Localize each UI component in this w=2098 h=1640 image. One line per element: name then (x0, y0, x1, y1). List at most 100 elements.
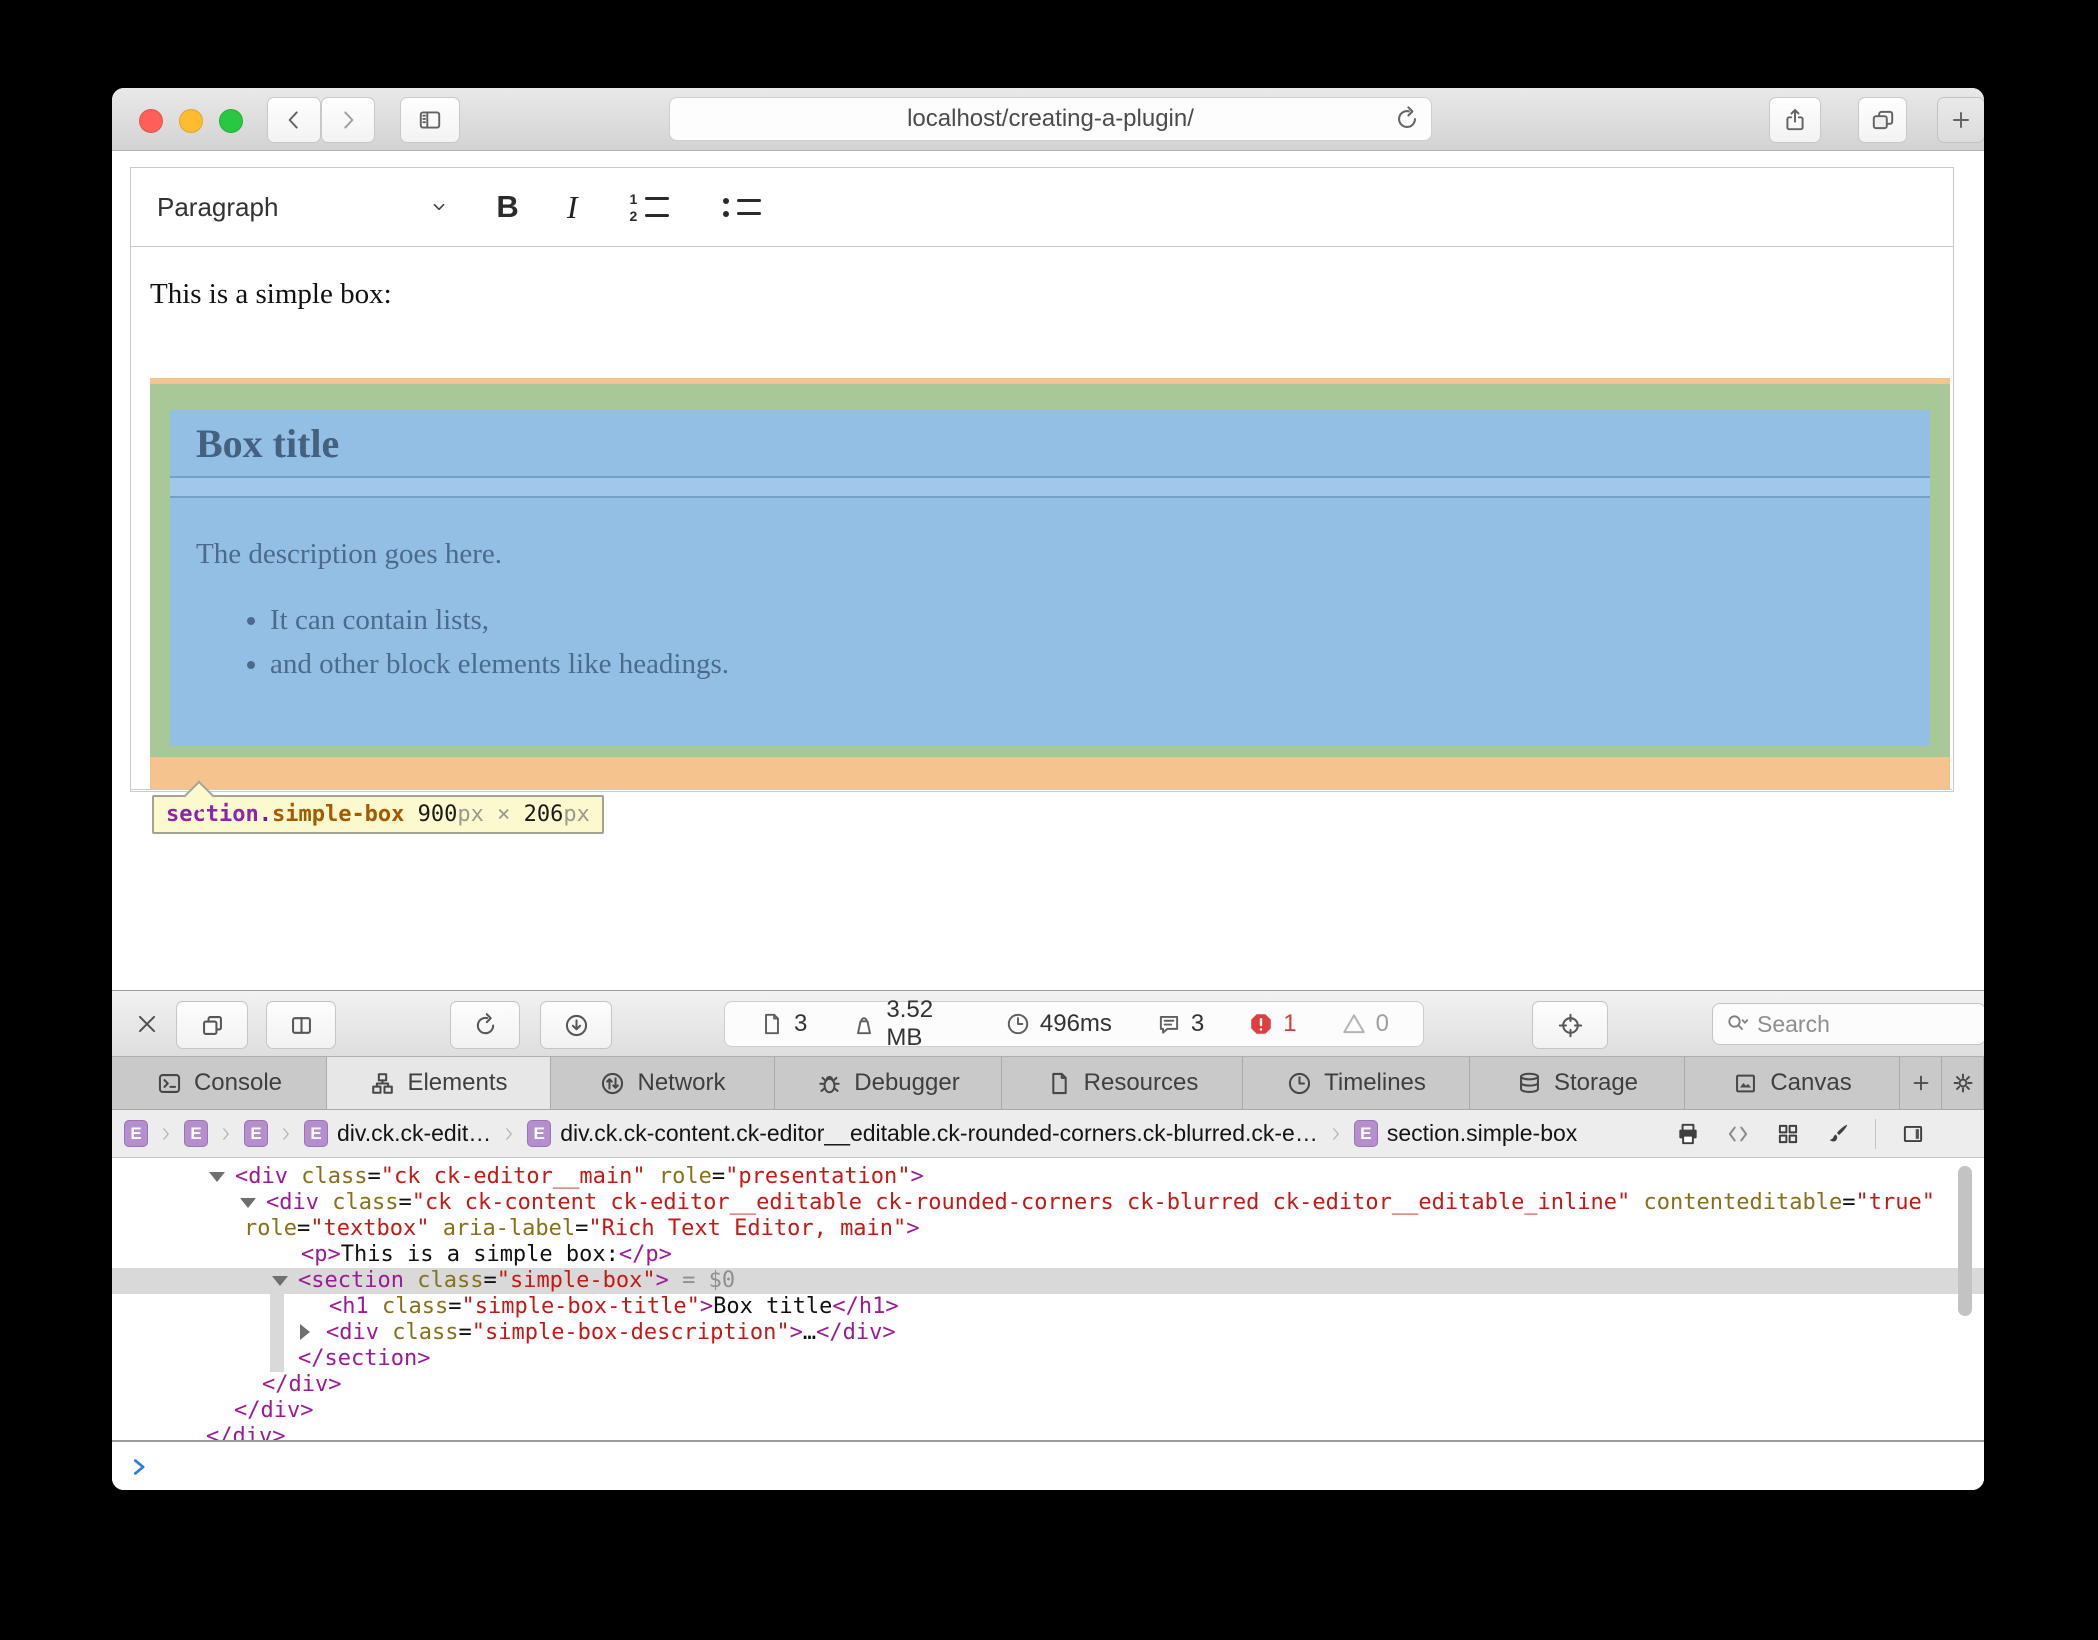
disclosure-open-icon[interactable] (272, 1276, 288, 1286)
tab-console[interactable]: Console (112, 1057, 327, 1109)
network-icon (599, 1070, 626, 1097)
breadcrumb: EEEEdiv.ck.ck-edit…Ediv.ck.ck-content.ck… (112, 1110, 1984, 1158)
web-inspector: 3 3.52 MB 496ms 3 1 0 Search ConsoleElem… (112, 990, 1984, 1490)
stat-errors[interactable]: 1 (1248, 1010, 1296, 1038)
close-inspector-button[interactable] (134, 1011, 160, 1037)
element-picker-button[interactable] (1532, 1001, 1608, 1049)
element-dimensions-tooltip: section.simple-box 900px × 206px (152, 795, 604, 834)
breadcrumb-item[interactable]: Esection.simple-box (1354, 1120, 1577, 1147)
dom-node[interactable]: role="textbox" aria-label="Rich Text Edi… (112, 1216, 1984, 1242)
breadcrumb-item[interactable]: Ediv.ck.ck-content.ck-editor__editable.c… (527, 1120, 1318, 1147)
force-appearance-button[interactable] (1825, 1121, 1851, 1147)
dom-node[interactable]: <h1 class="simple-box-title">Box title</… (112, 1294, 1984, 1320)
console-icon (156, 1070, 183, 1097)
tab-overview-icon (1870, 107, 1896, 133)
search-placeholder: Search (1757, 1011, 1830, 1038)
element-badge: E (527, 1120, 551, 1147)
toolbar-divider (1875, 1119, 1876, 1149)
disclosure-open-icon[interactable] (209, 1172, 225, 1182)
title-bar: localhost/creating-a-plugin/ (112, 88, 1984, 151)
breadcrumb-item[interactable]: E (124, 1120, 148, 1147)
stat-load-time[interactable]: 496ms (1005, 1010, 1112, 1038)
print-styles-button[interactable] (1675, 1121, 1701, 1147)
tab-network[interactable]: Network (551, 1057, 775, 1109)
element-badge: E (304, 1120, 328, 1147)
dom-node[interactable]: </div> (112, 1398, 1984, 1424)
chevron-down-icon[interactable] (428, 196, 450, 218)
dock-side-button[interactable] (266, 1001, 336, 1049)
dom-node[interactable]: </div> (112, 1372, 1984, 1398)
tab-elements[interactable]: Elements (327, 1057, 551, 1109)
dom-node-selected[interactable]: <section class="simple-box"> = $0 (112, 1268, 1984, 1294)
dom-node[interactable]: <div class="ck ck-editor__main" role="pr… (112, 1164, 1984, 1190)
box-description[interactable]: The description goes here. (196, 538, 502, 571)
stat-documents[interactable]: 3 (759, 1010, 807, 1038)
bold-button[interactable]: B (496, 189, 518, 225)
forward-button[interactable] (321, 97, 375, 143)
inspector-toolbar: 3 3.52 MB 496ms 3 1 0 Search (112, 991, 1984, 1057)
minimize-window-button[interactable] (179, 109, 203, 133)
box-title[interactable]: Box title (196, 420, 339, 467)
tab-canvas[interactable]: Canvas (1685, 1057, 1900, 1109)
resources-icon (1046, 1070, 1073, 1097)
console-prompt[interactable] (112, 1442, 1984, 1490)
settings-button[interactable] (1942, 1057, 1984, 1109)
stat-warnings[interactable]: 0 (1341, 1010, 1389, 1038)
reload-page-button[interactable] (450, 1001, 520, 1049)
dom-node[interactable]: <div class="ck ck-content ck-editor__edi… (112, 1190, 1984, 1216)
breadcrumb-item[interactable]: E (184, 1120, 208, 1147)
stat-console-messages[interactable]: 3 (1156, 1010, 1204, 1038)
details-sidebar-toggle-button[interactable] (1900, 1121, 1926, 1147)
new-tab-panel-button[interactable] (1900, 1057, 1942, 1109)
tab-resources[interactable]: Resources (1002, 1057, 1243, 1109)
disclosure-open-icon[interactable] (240, 1198, 256, 1208)
error-icon (1248, 1011, 1274, 1037)
dom-tree-scrollbar[interactable] (1958, 1166, 1972, 1316)
detach-inspector-button[interactable] (176, 1001, 248, 1049)
breadcrumb-label: section.simple-box (1387, 1120, 1577, 1147)
breadcrumb-item[interactable]: Ediv.ck.ck-edit… (304, 1120, 491, 1147)
tab-timelines[interactable]: Timelines (1243, 1057, 1470, 1109)
stat-transfer-size[interactable]: 3.52 MB (851, 996, 961, 1052)
margin-highlight-bottom (150, 757, 1950, 789)
tooltip-class: simple-box (272, 802, 404, 827)
plus-icon (1948, 107, 1974, 133)
layout-grid-button[interactable] (1775, 1121, 1801, 1147)
dom-node[interactable]: <div class="simple-box-description">…</d… (112, 1320, 1984, 1346)
box-list-item[interactable]: It can contain lists, (270, 602, 729, 638)
dom-node[interactable]: <p>This is a simple box:</p> (112, 1242, 1984, 1268)
inspected-element-highlight: Box title The description goes here. It … (150, 378, 1950, 789)
show-source-button[interactable] (1725, 1121, 1751, 1147)
inspector-search-input[interactable]: Search (1712, 1003, 1984, 1045)
sidebar-toggle-button[interactable] (400, 97, 460, 143)
editor-bottom-border (130, 789, 1952, 790)
download-web-archive-button[interactable] (540, 1001, 612, 1049)
box-list-item[interactable]: and other block elements like headings. (270, 646, 729, 682)
new-tab-button[interactable] (1937, 97, 1984, 143)
share-button[interactable] (1769, 97, 1821, 143)
warning-icon (1341, 1011, 1367, 1037)
tab-overview-button[interactable] (1858, 97, 1907, 143)
breadcrumb-item[interactable]: E (244, 1120, 268, 1147)
bulleted-list-button[interactable] (721, 198, 761, 217)
italic-button[interactable]: I (567, 189, 578, 226)
close-window-button[interactable] (139, 109, 163, 133)
tab-storage[interactable]: Storage (1470, 1057, 1685, 1109)
editor-paragraph[interactable]: This is a simple box: (150, 278, 392, 311)
back-button[interactable] (267, 97, 321, 143)
search-icon (1725, 1012, 1749, 1036)
download-icon (563, 1012, 590, 1039)
tab-debugger[interactable]: Debugger (775, 1057, 1002, 1109)
zoom-window-button[interactable] (219, 109, 243, 133)
dom-node[interactable]: </section> (112, 1346, 1984, 1372)
dom-node[interactable]: </div> (112, 1424, 1984, 1440)
paragraph-dropdown[interactable]: Paragraph (157, 192, 278, 223)
disclosure-closed-icon[interactable] (300, 1324, 310, 1340)
timelines-icon (1286, 1070, 1313, 1097)
reload-button[interactable] (1393, 105, 1421, 133)
address-bar[interactable]: localhost/creating-a-plugin/ (669, 97, 1432, 141)
box-description-block: The description goes here. It can contai… (170, 498, 1930, 746)
numbered-list-button[interactable]: 1 2 (629, 194, 669, 221)
safari-window: localhost/creating-a-plugin/ Paragraph B… (112, 88, 1984, 1490)
box-title-block: Box title (170, 410, 1930, 476)
